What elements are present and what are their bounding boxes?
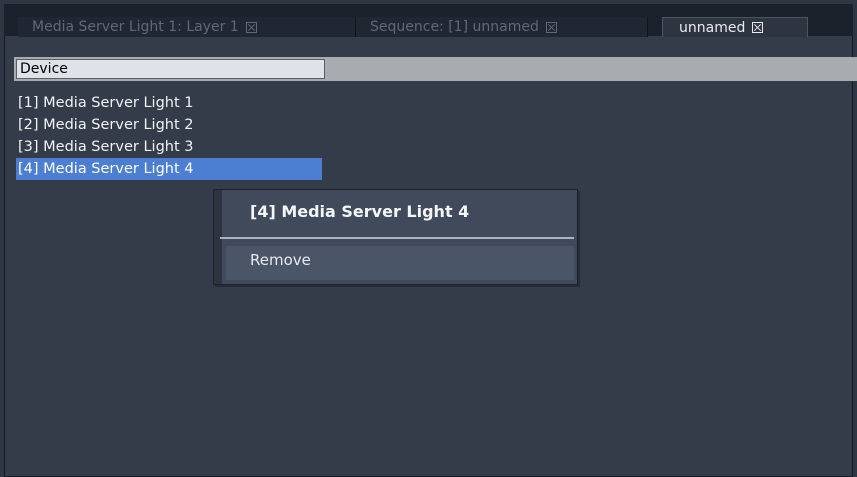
table-header: Device [14,57,857,81]
device-column-header[interactable]: Device [16,59,325,79]
tab-label: Media Server Light 1: Layer 1 [32,19,239,35]
tab-label: Sequence: [1] unnamed [370,19,539,35]
close-icon[interactable] [245,21,257,33]
tab-label: unnamed [679,19,746,36]
context-menu-divider [220,237,574,239]
context-menu: [4] Media Server Light 4 Remove [213,189,578,285]
close-icon[interactable] [752,22,764,33]
tab-unnamed[interactable]: unnamed [662,17,808,37]
tab-divider [647,17,648,37]
context-menu-title: [4] Media Server Light 4 [250,202,470,221]
device-list: [1] Media Server Light 1 [2] Media Serve… [16,92,322,180]
remove-menu-item[interactable]: Remove [226,246,574,280]
close-icon[interactable] [545,21,557,33]
tab-media-server-light-layer[interactable]: Media Server Light 1: Layer 1 [18,17,355,37]
list-item-selected[interactable]: [4] Media Server Light 4 [16,158,322,180]
list-item[interactable]: [2] Media Server Light 2 [16,114,322,136]
list-item[interactable]: [3] Media Server Light 3 [16,136,322,158]
list-item[interactable]: [1] Media Server Light 1 [16,92,322,114]
tab-sequence[interactable]: Sequence: [1] unnamed [356,17,647,37]
